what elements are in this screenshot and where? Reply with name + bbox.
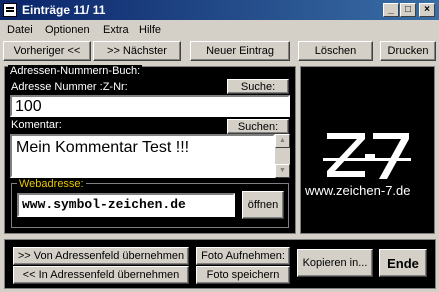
logo-url: www.zeichen-7.de [305,183,411,198]
search-button[interactable]: Suche: [227,79,289,94]
menu-extra[interactable]: Extra [103,24,129,36]
print-button[interactable]: Drucken [380,41,436,61]
maximize-button[interactable]: □ [400,3,416,17]
menu-bar: Datei Optionen Extra Hilfe [0,21,439,39]
logo-panel: www.zeichen-7.de [300,66,435,234]
comment-label: Komentar: [11,119,62,131]
comment-search-button[interactable]: Suchen: [227,119,289,134]
menu-optionen[interactable]: Optionen [45,24,90,36]
menu-datei[interactable]: Datei [7,24,33,36]
minimize-button[interactable]: _ [383,3,399,17]
address-number-label: Adresse Nummer :Z-Nr: [11,81,128,93]
end-button[interactable]: Ende [379,249,427,277]
from-address-button[interactable]: >> Von Adressenfeld übernehmen [13,247,189,265]
group-title: Adressen-Nummern-Buch: [8,65,143,77]
delete-button[interactable]: Löschen [298,41,373,61]
window-title: Einträge 11/ 11 [22,3,106,17]
title-bar: Einträge 11/ 11 _ □ × [0,0,439,20]
previous-button[interactable]: Vorheriger << [3,41,91,61]
web-address-field[interactable]: www.symbol-zeichen.de [17,193,235,217]
new-entry-button[interactable]: Neuer Eintrag [190,41,290,61]
app-icon[interactable] [3,3,17,17]
z7-logo-icon [323,133,411,179]
scroll-down-icon[interactable]: ▼ [275,164,290,178]
open-button[interactable]: öffnen [242,191,284,219]
comment-scrollbar[interactable]: ▲ ▼ [275,134,290,178]
web-address-label: Webadresse: [17,178,86,190]
close-button[interactable]: × [419,3,435,17]
scroll-up-icon[interactable]: ▲ [275,134,290,148]
menu-hilfe[interactable]: Hilfe [139,24,161,36]
to-address-button[interactable]: << In Adressenfeld übernehmen [13,266,189,284]
photo-take-button[interactable]: Foto Aufnehmen: [196,247,290,265]
comment-field[interactable]: Mein Kommentar Test !!! [10,134,275,178]
photo-save-button[interactable]: Foto speichern [196,266,290,284]
address-number-field[interactable]: 100 [10,95,290,117]
next-button[interactable]: >> Nächster [93,41,181,61]
copy-into-button[interactable]: Kopieren in... [297,249,373,277]
